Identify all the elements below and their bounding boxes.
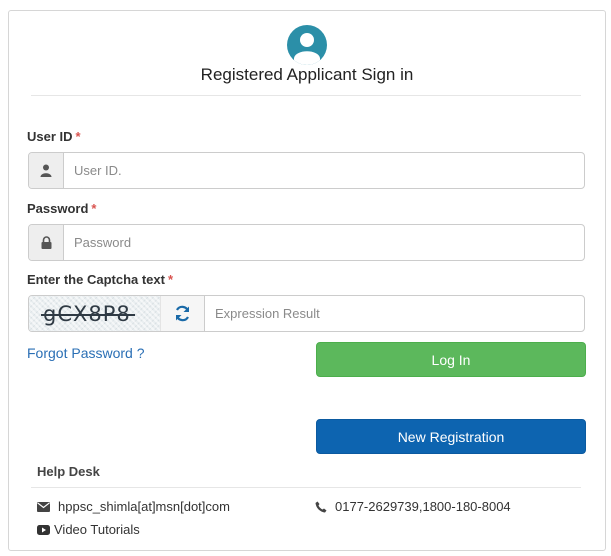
envelope-icon bbox=[37, 501, 50, 512]
captcha-input[interactable] bbox=[205, 296, 584, 331]
user-id-label-text: User ID bbox=[27, 129, 73, 144]
lock-icon bbox=[29, 225, 64, 260]
help-email: hppsc_shimla[at]msn[dot]com bbox=[37, 499, 230, 514]
user-icon bbox=[29, 153, 64, 188]
login-button[interactable]: Log In bbox=[316, 342, 586, 377]
youtube-icon bbox=[37, 524, 50, 535]
phone-icon bbox=[315, 501, 327, 512]
help-email-text: hppsc_shimla[at]msn[dot]com bbox=[58, 499, 230, 514]
user-id-input[interactable] bbox=[64, 153, 584, 188]
password-input-group bbox=[28, 224, 585, 261]
password-label: Password * bbox=[27, 201, 96, 216]
captcha-label: Enter the Captcha text * bbox=[27, 272, 173, 287]
password-input[interactable] bbox=[64, 225, 584, 260]
captcha-label-text: Enter the Captcha text bbox=[27, 272, 165, 287]
refresh-icon[interactable] bbox=[161, 296, 205, 331]
new-registration-button[interactable]: New Registration bbox=[316, 419, 586, 454]
help-phone-text: 0177-2629739,1800-180-8004 bbox=[335, 499, 511, 514]
sign-in-card: Registered Applicant Sign in User ID* Pa… bbox=[8, 10, 606, 551]
help-video-tutorials[interactable]: Video Tutorials bbox=[37, 522, 140, 537]
captcha-input-group: gCX8P8 bbox=[28, 295, 585, 332]
user-id-label: User ID * bbox=[27, 129, 81, 144]
captcha-image: gCX8P8 bbox=[29, 296, 161, 331]
required-mark: * bbox=[167, 272, 174, 287]
help-desk-divider bbox=[31, 487, 581, 488]
help-phone: 0177-2629739,1800-180-8004 bbox=[315, 499, 511, 514]
forgot-password-link[interactable]: Forgot Password ? bbox=[27, 345, 145, 361]
required-mark: * bbox=[75, 129, 81, 144]
help-video-text[interactable]: Video Tutorials bbox=[54, 522, 140, 537]
captcha-code: gCX8P8 bbox=[41, 301, 135, 326]
title-divider bbox=[31, 95, 581, 96]
password-label-text: Password bbox=[27, 201, 89, 216]
user-id-input-group bbox=[28, 152, 585, 189]
user-circle-icon bbox=[287, 25, 327, 65]
page-title: Registered Applicant Sign in bbox=[200, 65, 414, 84]
required-mark: * bbox=[91, 201, 97, 216]
help-desk-title: Help Desk bbox=[37, 464, 100, 479]
